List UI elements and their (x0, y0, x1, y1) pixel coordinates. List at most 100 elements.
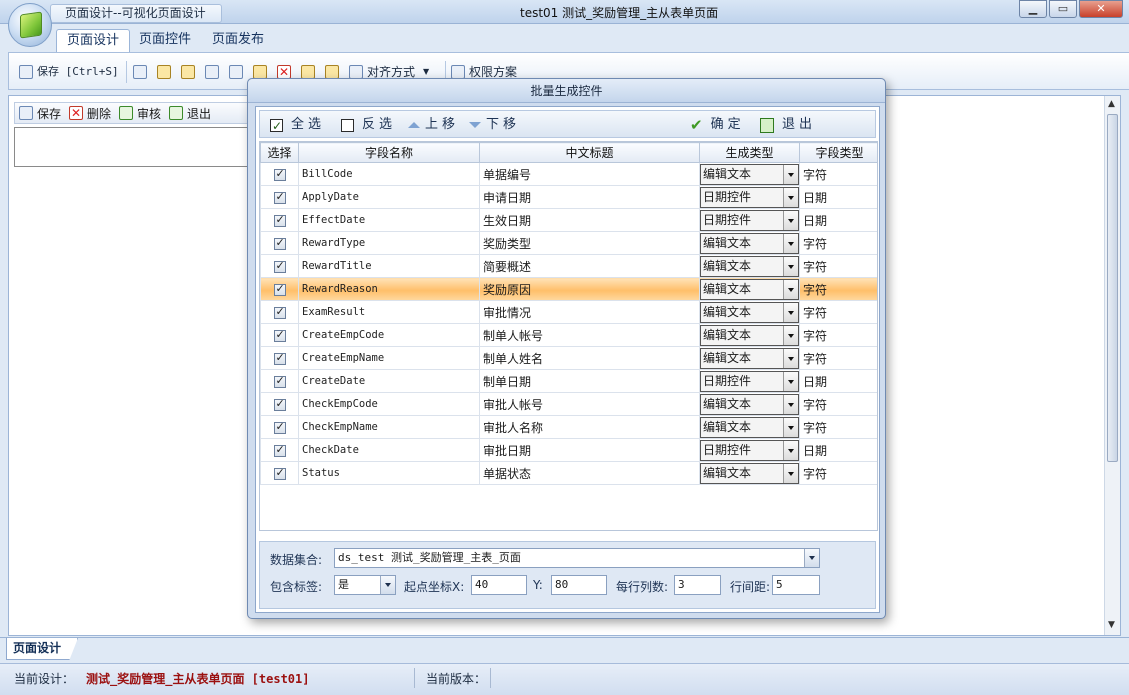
field-row[interactable]: CreateEmpName制单人姓名编辑文本 字符 (260, 346, 877, 370)
row-checkbox[interactable] (273, 259, 286, 273)
chevron-down-icon[interactable] (783, 325, 798, 345)
row-checkbox[interactable] (273, 236, 286, 250)
edit-button[interactable] (181, 62, 199, 82)
save-shortcut-button[interactable]: 保存 [Ctrl+S] (19, 62, 119, 82)
generate-type-select[interactable]: 编辑文本 (700, 255, 799, 277)
generate-type-select[interactable]: 编辑文本 (700, 232, 799, 254)
chinese-title-cell[interactable]: 奖励类型 (479, 231, 700, 255)
field-row[interactable]: RewardTitle简要概述编辑文本 字符 (260, 254, 877, 278)
form-delete-button[interactable]: ✕ 删除 (69, 105, 111, 122)
generate-type-select[interactable]: 编辑文本 (700, 301, 799, 323)
form-button[interactable] (205, 62, 223, 82)
scroll-down-icon[interactable]: ▼ (1108, 620, 1115, 630)
copy-button[interactable] (229, 62, 247, 82)
generate-type-cell[interactable]: 日期控件 (699, 369, 800, 393)
generate-type-select[interactable]: 编辑文本 (700, 278, 799, 300)
vertical-scrollbar[interactable]: ▲ ▼ (1104, 96, 1120, 635)
chinese-title-cell[interactable]: 简要概述 (479, 254, 700, 278)
generate-type-cell[interactable]: 编辑文本 (699, 323, 800, 347)
select-all-button[interactable]: 全选 (270, 116, 325, 135)
chinese-title-cell[interactable]: 制单日期 (479, 369, 700, 393)
row-checkbox[interactable] (273, 213, 286, 227)
chevron-down-icon[interactable] (783, 233, 798, 253)
generate-type-select[interactable]: 编辑文本 (700, 416, 799, 438)
chevron-down-icon[interactable] (783, 417, 798, 437)
row-checkbox[interactable] (273, 190, 286, 204)
tab-page-publish[interactable]: 页面发布 (202, 29, 274, 52)
row-select-cell[interactable] (260, 323, 299, 347)
include-label-select[interactable]: 是 (334, 575, 396, 595)
generate-type-cell[interactable]: 日期控件 (699, 438, 800, 462)
column-header-select[interactable]: 选择 (260, 142, 299, 163)
chevron-down-icon[interactable] (783, 394, 798, 414)
generate-type-cell[interactable]: 编辑文本 (699, 231, 800, 255)
row-select-cell[interactable] (260, 415, 299, 439)
row-select-cell[interactable] (260, 392, 299, 416)
invert-selection-button[interactable]: 反选 (341, 116, 396, 134)
row-select-cell[interactable] (260, 438, 299, 462)
column-header-field-name[interactable]: 字段名称 (298, 142, 480, 163)
generate-type-select[interactable]: 编辑文本 (700, 393, 799, 415)
form-exit-button[interactable]: 退出 (169, 105, 211, 122)
chevron-down-icon[interactable] (783, 279, 798, 299)
field-row[interactable]: CheckEmpCode审批人帐号编辑文本 字符 (260, 392, 877, 416)
row-checkbox[interactable] (273, 397, 286, 411)
tab-page-design[interactable]: 页面设计 (56, 29, 131, 52)
row-select-cell[interactable] (260, 208, 299, 232)
maximize-button[interactable]: ▭ (1049, 0, 1077, 18)
chinese-title-cell[interactable]: 审批情况 (479, 300, 700, 324)
row-checkbox[interactable] (273, 466, 286, 480)
move-down-button[interactable]: 下移 (469, 116, 520, 134)
field-row[interactable]: ExamResult审批情况编辑文本 字符 (260, 300, 877, 324)
application-menu-button[interactable] (8, 3, 52, 47)
field-row[interactable]: CreateDate制单日期日期控件 日期 (260, 369, 877, 393)
row-checkbox[interactable] (273, 282, 286, 296)
generate-type-cell[interactable]: 编辑文本 (699, 277, 800, 301)
generate-type-cell[interactable]: 编辑文本 (699, 300, 800, 324)
row-select-cell[interactable] (260, 162, 299, 186)
scrollbar-thumb[interactable] (1107, 114, 1118, 462)
cols-per-row-input[interactable]: 3 (674, 575, 721, 595)
row-checkbox[interactable] (273, 305, 286, 319)
chevron-down-icon[interactable] (783, 256, 798, 276)
row-checkbox[interactable] (273, 443, 286, 457)
confirm-button[interactable]: ✔ 确定 (690, 116, 745, 134)
row-checkbox[interactable] (273, 351, 286, 365)
origin-y-input[interactable]: 80 (551, 575, 607, 595)
chinese-title-cell[interactable]: 申请日期 (479, 185, 700, 209)
generate-type-select[interactable]: 编辑文本 (700, 347, 799, 369)
column-header-chinese-title[interactable]: 中文标题 (479, 142, 700, 163)
field-row[interactable]: BillCode单据编号编辑文本 字符 (260, 162, 877, 186)
row-select-cell[interactable] (260, 185, 299, 209)
column-header-generate-type[interactable]: 生成类型 (699, 142, 800, 163)
chevron-down-icon[interactable] (380, 576, 395, 594)
chevron-down-icon[interactable] (783, 463, 798, 483)
generate-type-select[interactable]: 编辑文本 (700, 163, 799, 185)
field-row[interactable]: RewardReason奖励原因编辑文本 字符 (260, 277, 877, 301)
form-save-button[interactable]: 保存 (19, 105, 61, 122)
chinese-title-cell[interactable]: 制单人姓名 (479, 346, 700, 370)
generate-type-cell[interactable]: 编辑文本 (699, 162, 800, 186)
chevron-down-icon[interactable] (783, 371, 798, 391)
chinese-title-cell[interactable]: 审批日期 (479, 438, 700, 462)
generate-type-cell[interactable]: 编辑文本 (699, 415, 800, 439)
generate-type-select[interactable]: 日期控件 (700, 209, 799, 231)
row-checkbox[interactable] (273, 374, 286, 388)
row-checkbox[interactable] (273, 420, 286, 434)
chevron-down-icon[interactable] (783, 302, 798, 322)
generate-type-select[interactable]: 编辑文本 (700, 324, 799, 346)
minimize-button[interactable]: ▁ (1019, 0, 1047, 18)
dataset-select[interactable]: ds_test 测试_奖励管理_主表_页面 (334, 548, 820, 568)
field-row[interactable]: CheckEmpName审批人名称编辑文本 字符 (260, 415, 877, 439)
field-row[interactable]: ApplyDate申请日期日期控件 日期 (260, 185, 877, 209)
chevron-down-icon[interactable] (783, 187, 798, 207)
properties-button[interactable] (157, 62, 175, 82)
generate-type-cell[interactable]: 日期控件 (699, 208, 800, 232)
generate-type-cell[interactable]: 编辑文本 (699, 461, 800, 485)
row-checkbox[interactable] (273, 167, 286, 181)
row-select-cell[interactable] (260, 300, 299, 324)
chinese-title-cell[interactable]: 生效日期 (479, 208, 700, 232)
generate-type-select[interactable]: 日期控件 (700, 370, 799, 392)
chevron-down-icon[interactable] (804, 549, 819, 567)
row-select-cell[interactable] (260, 369, 299, 393)
